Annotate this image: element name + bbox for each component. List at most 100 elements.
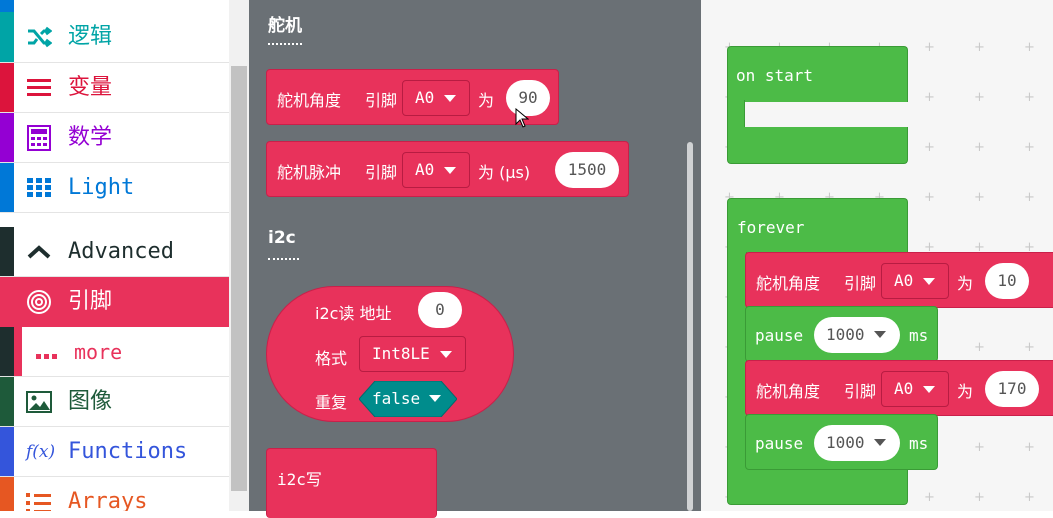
format-value: Int8LE <box>372 344 430 363</box>
category-parent-bar <box>0 327 14 376</box>
grid-plus-mark: + <box>1024 490 1035 505</box>
i2c-write-block[interactable]: i2c写 <box>266 448 437 518</box>
repeat-boolean-dropdown[interactable]: false <box>359 381 457 417</box>
category-color-bar <box>0 227 14 276</box>
pause-duration-dropdown[interactable]: 1000 <box>814 317 900 353</box>
to-label: 为 <box>957 274 974 293</box>
unit-label: 为 (μs) <box>478 163 531 182</box>
pin-value: A0 <box>415 160 435 179</box>
forever-block[interactable]: forever <box>727 198 908 254</box>
category-label: Arrays <box>68 489 148 511</box>
category-label: 图像 <box>68 389 113 414</box>
pause-block[interactable]: pause 1000 ms <box>745 414 938 470</box>
on-start-block[interactable]: on start <box>727 46 908 102</box>
pause-duration-dropdown[interactable]: 1000 <box>814 425 900 461</box>
category-label: Light <box>68 175 135 200</box>
block-label: pause <box>755 326 804 345</box>
mouse-cursor-icon <box>515 107 530 128</box>
to-label: 为 <box>957 382 974 401</box>
address-input[interactable]: 0 <box>418 292 462 328</box>
shuffle-icon <box>26 24 53 50</box>
unit-label: ms <box>909 326 929 345</box>
category-label: Functions <box>68 439 188 464</box>
forever-footer <box>727 468 908 505</box>
grid-plus-mark: + <box>924 40 935 55</box>
chevron-down-icon <box>440 351 452 358</box>
flyout-scrollbar[interactable] <box>687 142 693 511</box>
sidebar-scrollbar-thumb[interactable] <box>231 66 247 491</box>
servo-angle-block[interactable]: 舵机角度 引脚 A0 为 10 <box>745 252 1053 308</box>
section-heading-i2c: i2c <box>268 228 296 248</box>
grid-plus-mark: + <box>924 140 935 155</box>
pin-value: A0 <box>415 88 435 107</box>
angle-value-input[interactable]: 10 <box>985 263 1029 299</box>
pin-value: A0 <box>894 379 914 398</box>
chevron-down-icon <box>874 331 886 338</box>
chevron-down-icon <box>444 95 456 102</box>
repeat-value: false <box>372 389 421 408</box>
chevron-down-icon <box>923 278 935 285</box>
grid-plus-mark: + <box>974 40 985 55</box>
grid-plus-mark: + <box>974 190 985 205</box>
grid-plus-mark: + <box>974 90 985 105</box>
chevron-down-icon <box>874 439 886 446</box>
pulse-value-input[interactable]: 1500 <box>555 152 619 188</box>
category-light[interactable]: Light <box>0 163 229 213</box>
category-advanced[interactable]: Advanced <box>0 227 229 277</box>
section-underline <box>268 43 302 45</box>
category-color-bar <box>0 113 14 162</box>
category-label: 逻辑 <box>68 24 113 49</box>
category-images[interactable]: 图像 <box>0 377 229 427</box>
pin-dropdown[interactable]: A0 <box>881 371 949 407</box>
pin-dropdown[interactable]: A0 <box>881 263 949 299</box>
pin-dropdown[interactable]: A0 <box>402 152 470 188</box>
chevron-down-icon <box>429 395 441 402</box>
unit-label: ms <box>909 434 929 453</box>
duration-value: 1000 <box>826 325 865 344</box>
category-label: 数学 <box>68 125 113 150</box>
grid-plus-mark: + <box>924 90 935 105</box>
grid-plus-mark: + <box>1024 340 1035 355</box>
block-label: 舵机脉冲 <box>277 163 342 182</box>
category-color-bar <box>0 427 14 476</box>
category-more[interactable]: more <box>0 327 229 377</box>
category-arrays[interactable]: Arrays <box>0 477 229 511</box>
section-underline <box>268 258 299 260</box>
category-label: 引脚 <box>68 289 113 314</box>
dots-icon <box>36 346 58 359</box>
grid-plus-mark: + <box>1024 90 1035 105</box>
angle-value-input[interactable]: 170 <box>985 371 1039 407</box>
format-label: 格式 <box>315 349 348 368</box>
pin-label: 引脚 <box>365 163 398 182</box>
category-variables[interactable]: 变量 <box>0 63 229 113</box>
block-label: pause <box>755 434 804 453</box>
category-label: 变量 <box>68 75 113 100</box>
block-label: forever <box>737 218 805 237</box>
pin-dropdown[interactable]: A0 <box>402 80 470 116</box>
grid-plus-mark: + <box>1024 190 1035 205</box>
pin-value: A0 <box>894 271 914 290</box>
category-color-bar <box>0 12 14 62</box>
block-label: i2c写 <box>277 470 322 489</box>
servo-pulse-block[interactable]: 舵机脉冲 引脚 A0 为 (μs) 1500 <box>266 141 629 197</box>
toolbox-sidebar: 逻辑 变量 数学 Light Advanced 引脚 more 图像 f(x) … <box>0 0 229 511</box>
grid-plus-mark: + <box>974 340 985 355</box>
i2c-read-block[interactable]: i2c读 地址 0 格式 Int8LE 重复 false <box>266 286 514 422</box>
category-math[interactable]: 数学 <box>0 113 229 163</box>
list-lines-icon <box>26 75 52 101</box>
grid-plus-mark: + <box>1024 440 1035 455</box>
format-dropdown[interactable]: Int8LE <box>359 336 466 372</box>
grid-dots-icon <box>26 175 52 201</box>
category-functions[interactable]: f(x) Functions <box>0 427 229 477</box>
category-color-bar <box>0 163 14 212</box>
grid-plus-mark: + <box>924 190 935 205</box>
chevron-down-icon <box>444 167 456 174</box>
pause-block[interactable]: pause 1000 ms <box>745 306 938 362</box>
block-label: 舵机角度 <box>756 382 821 401</box>
block-label: on start <box>736 66 814 85</box>
category-logic[interactable]: 逻辑 <box>0 12 229 63</box>
category-pins[interactable]: 引脚 <box>0 277 229 327</box>
servo-angle-block[interactable]: 舵机角度 引脚 A0 为 170 <box>745 360 1053 416</box>
image-icon <box>26 389 52 415</box>
category-label: more <box>74 340 123 364</box>
